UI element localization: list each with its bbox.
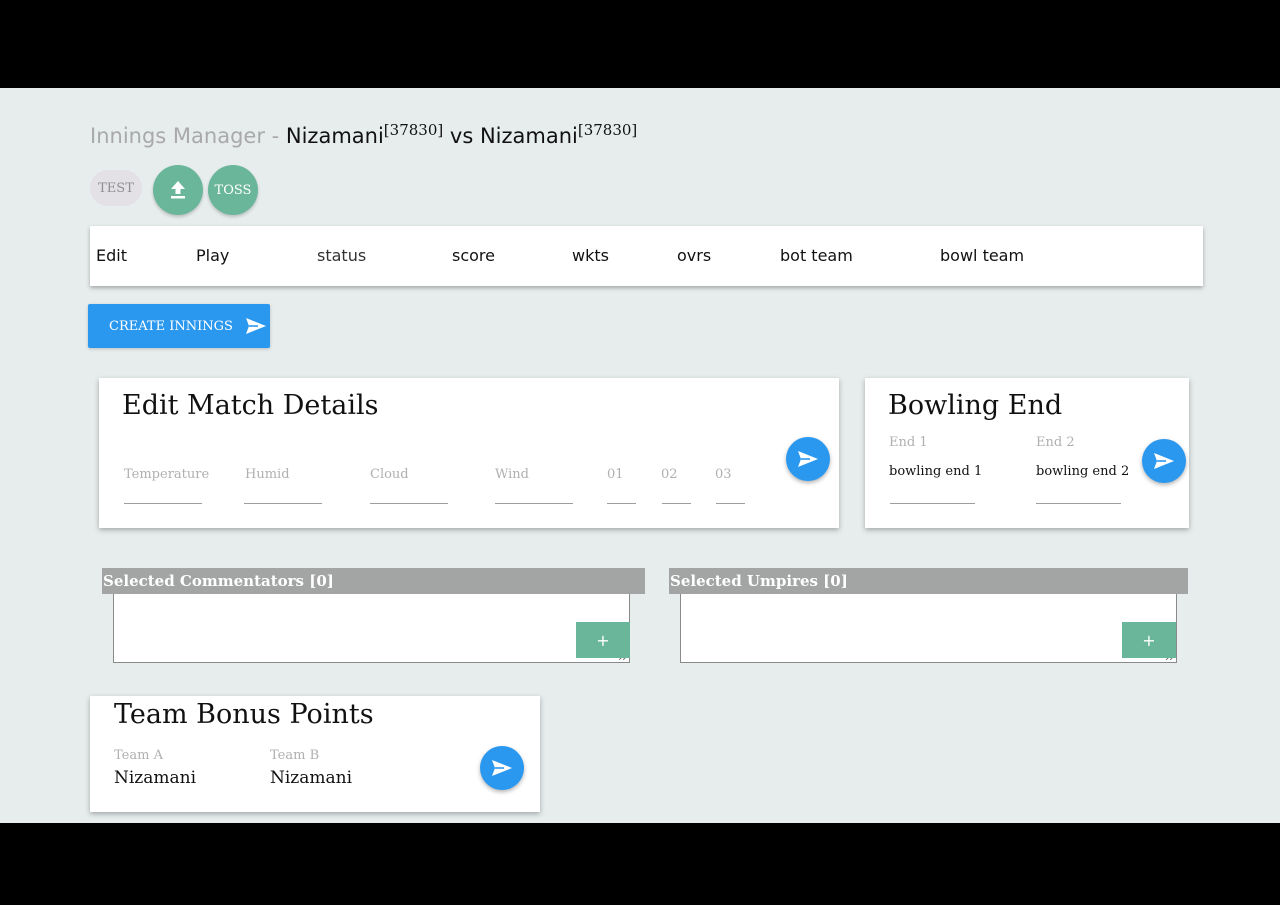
field-03-input-line[interactable] [716,503,745,504]
wind-input-line[interactable] [495,503,573,504]
toss-button[interactable]: TOSS [208,165,258,215]
wind-field[interactable]: Wind [495,467,529,482]
upload-icon [171,181,185,199]
field-01-input-line[interactable] [607,503,636,504]
end2-value: bowling end 2 [1036,464,1130,479]
send-icon [1154,453,1174,469]
bowling-end-title: Bowling End [888,390,1063,421]
field-02-label: 02 [661,467,678,482]
temperature-field[interactable]: Temperature [124,467,209,482]
end1-label: End 1 [889,435,928,450]
field-03-label: 03 [715,467,732,482]
team-b-field[interactable]: Team B Nizamani [270,748,352,788]
send-icon [798,451,818,467]
field-02[interactable]: 02 [661,467,678,482]
team2-name: Nizamani [479,124,578,148]
column-edit: Edit [96,246,127,265]
cloud-input-line[interactable] [370,503,448,504]
team-bonus-points-card: Team Bonus Points Team A Nizamani Team B… [90,696,540,812]
save-bowling-end-button[interactable] [1142,439,1186,483]
end1-value: bowling end 1 [889,464,983,479]
humid-input-line[interactable] [244,503,322,504]
end1-input-line[interactable] [890,503,975,504]
end2-label: End 2 [1036,435,1075,450]
end1-field[interactable]: End 1 bowling end 1 [889,435,982,479]
team-a-field[interactable]: Team A Nizamani [114,748,196,788]
team-b-label: Team B [270,748,320,763]
humid-field[interactable]: Humid [245,467,290,482]
send-icon [492,760,512,776]
match-details-title: Edit Match Details [122,390,379,421]
team1-name: Nizamani [285,124,384,148]
field-02-input-line[interactable] [662,503,691,504]
temperature-input-line[interactable] [124,503,202,504]
field-03[interactable]: 03 [715,467,732,482]
add-umpire-button[interactable]: + [1122,622,1176,658]
temperature-label: Temperature [124,467,210,482]
team-b-value: Nizamani [270,768,353,788]
team-a-label: Team A [114,748,163,763]
end2-field[interactable]: End 2 bowling end 2 [1036,435,1129,479]
column-score: score [452,246,495,265]
innings-table-header: Edit Play status score wkts ovrs bot tea… [90,226,1203,286]
end2-input-line[interactable] [1036,503,1121,504]
commentators-textarea[interactable] [113,594,630,663]
humid-label: Humid [245,467,290,482]
team2-id: [37830] [577,121,638,139]
page-title: Innings Manager - Nizamani[37830] vs Niz… [90,121,637,148]
vs-label: vs [443,124,480,148]
field-01[interactable]: 01 [607,467,624,482]
cloud-field[interactable]: Cloud [370,467,409,482]
column-ovrs: ovrs [677,246,712,265]
bowling-end-card: Bowling End End 1 bowling end 1 End 2 bo… [865,378,1189,528]
create-innings-label: CREATE INNINGS [109,318,233,334]
title-prefix: Innings Manager - [90,124,286,148]
column-bot-team: bot team [780,246,853,265]
column-wkts: wkts [572,246,609,265]
send-icon [245,318,266,334]
innings-manager-page: Innings Manager - Nizamani[37830] vs Niz… [0,88,1280,823]
umpires-textarea[interactable] [680,594,1177,663]
commentators-header: Selected Commentators [0] [102,568,645,594]
umpires-header: Selected Umpires [0] [669,568,1188,594]
edit-match-details-card: Edit Match Details Temperature Humid Clo… [99,378,839,528]
upload-button[interactable] [153,165,203,215]
test-chip[interactable]: TEST [90,170,142,206]
create-innings-button[interactable]: CREATE INNINGS [88,304,270,348]
bonus-points-title: Team Bonus Points [114,699,374,730]
column-status: status [317,246,367,265]
column-play: Play [196,246,230,265]
cloud-label: Cloud [370,467,409,482]
team-a-value: Nizamani [114,768,197,788]
column-bowl-team: bowl team [940,246,1025,265]
field-01-label: 01 [607,467,624,482]
save-bonus-points-button[interactable] [480,746,524,790]
team1-id: [37830] [383,121,444,139]
wind-label: Wind [495,467,529,482]
save-match-details-button[interactable] [786,437,830,481]
add-commentator-button[interactable]: + [576,622,630,658]
